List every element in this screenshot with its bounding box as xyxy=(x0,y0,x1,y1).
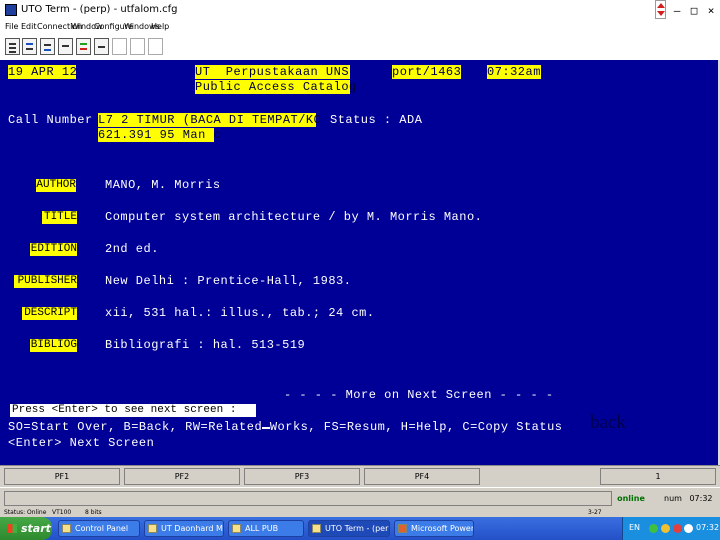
edition-label: EDITION xyxy=(30,243,77,256)
call-number-class: 621.391 95 Man c xyxy=(98,128,222,142)
app-icon xyxy=(5,4,17,16)
network-icon[interactable] xyxy=(649,524,658,533)
task-control-panel[interactable]: Control Panel xyxy=(58,520,140,537)
bibliography-label: BIBLIOG xyxy=(30,339,77,352)
library-name: UT Perpustakaan UNS xyxy=(195,65,350,79)
tool-blank-icon[interactable] xyxy=(112,38,127,55)
port-number: port/1463 xyxy=(392,65,462,79)
call-number-label: Call Number xyxy=(8,113,93,127)
data-bits: 8 bits xyxy=(85,509,102,516)
task-label: ALL PUB xyxy=(245,524,279,533)
system-time: 07:32am xyxy=(487,65,541,79)
window-title: UTO Term - (perp) - utfalom.cfg xyxy=(21,4,178,15)
start-label: start xyxy=(21,522,51,535)
pf2-button[interactable]: PF2 xyxy=(124,468,240,485)
pf1-button[interactable]: PF1 xyxy=(4,468,120,485)
status-bar: online num 07:32 xyxy=(0,487,720,510)
terminal-icon xyxy=(312,524,321,533)
task-daonhard[interactable]: UT Daonhard Mc 2-m... xyxy=(144,520,224,537)
menu-edit[interactable]: Edit xyxy=(21,22,37,31)
task-label: Control Panel xyxy=(75,524,129,533)
status-time: 07:32 xyxy=(689,494,713,503)
window-icon xyxy=(148,524,157,533)
pf3-button[interactable]: PF3 xyxy=(244,468,360,485)
page-indicator: 1 xyxy=(600,468,716,485)
next-screen-hint: <Enter> Next Screen xyxy=(8,436,155,450)
toolbar xyxy=(0,35,720,61)
terminal-screen[interactable]: 19 APR 12 UT Perpustakaan UNS port/1463 … xyxy=(0,60,718,465)
close-icon[interactable]: × xyxy=(706,5,716,16)
menu-file[interactable]: File xyxy=(5,22,18,31)
author-label: AUTHOR xyxy=(36,179,76,192)
task-label: UT Daonhard Mc 2-m... xyxy=(161,524,223,533)
bibliography-value: Bibliografi : hal. 513-519 xyxy=(105,338,306,352)
author-value: MANO, M. Morris xyxy=(105,178,221,192)
command-list: SO=Start Over, B=Back, RW=Related Works,… xyxy=(8,420,563,434)
pf-blank xyxy=(484,468,600,485)
title-value: Computer system architecture / by M. Mor… xyxy=(105,210,483,224)
connect-icon[interactable] xyxy=(5,38,20,55)
minimize-icon[interactable]: – xyxy=(672,5,682,16)
terminal-type: VT100 xyxy=(52,509,72,516)
publisher-value: New Delhi : Prentice-Hall, 1983. xyxy=(105,274,352,288)
catalog-date: 19 APR 12 xyxy=(8,65,78,79)
taskbar-clock: 07:32 xyxy=(696,523,720,532)
status-message-area xyxy=(4,491,612,506)
title-bar: UTO Term - (perp) - utfalom.cfg – □ × xyxy=(0,0,720,21)
pf-key-bar: PF1 PF2 PF3 PF4 1 xyxy=(0,465,720,487)
connection-info: Status: Online VT100 8 bits 3-27 xyxy=(0,509,720,517)
menu-help[interactable]: Help xyxy=(151,22,169,31)
maximize-icon[interactable]: □ xyxy=(689,5,699,16)
pf4-button[interactable]: PF4 xyxy=(364,468,480,485)
num-lock-indicator: num xyxy=(664,494,682,503)
task-label: UTO Term - (perp) - utf... xyxy=(325,524,389,533)
keyboard-icon[interactable] xyxy=(76,38,91,55)
powerpoint-icon xyxy=(398,524,407,533)
edition-value: 2nd ed. xyxy=(105,242,159,256)
description-label: DESCRIPT xyxy=(22,307,77,320)
window-icon xyxy=(232,524,241,533)
task-uto-term[interactable]: UTO Term - (perp) - utf... xyxy=(308,520,390,537)
next-screen-prompt: Press <Enter> to see next screen : xyxy=(10,404,256,417)
cursor-position: 3-27 xyxy=(588,509,602,516)
title-label: TITLE xyxy=(42,211,77,224)
call-number-value: L7 2 TIMUR (BACA DI TEMPAT/KO xyxy=(98,113,322,127)
language-indicator[interactable]: EN xyxy=(629,523,640,532)
description-value: xii, 531 hal.: illus., tab.; 24 cm. xyxy=(105,306,375,320)
status-value: Status : ADA xyxy=(330,113,423,127)
tool-blank-icon[interactable] xyxy=(130,38,145,55)
back-link[interactable]: back xyxy=(590,412,626,434)
start-button[interactable]: start xyxy=(0,517,52,540)
antivirus-icon[interactable] xyxy=(673,524,682,533)
task-all-pub[interactable]: ALL PUB xyxy=(228,520,304,537)
more-indicator: - - - - More on Next Screen - - - - xyxy=(284,388,554,402)
system-tray: EN 07:32 xyxy=(622,517,720,540)
task-label: Microsoft PowerPoint - ... xyxy=(411,524,474,533)
tray-app-icon[interactable] xyxy=(684,524,693,533)
print-icon[interactable] xyxy=(40,38,55,55)
windows-logo-icon xyxy=(8,524,17,533)
folder-icon xyxy=(62,524,71,533)
capture-icon[interactable] xyxy=(22,38,37,55)
online-indicator: online xyxy=(617,494,645,503)
task-powerpoint[interactable]: Microsoft PowerPoint - ... xyxy=(394,520,474,537)
menu-bar: File Edit Connection Window Configure Wi… xyxy=(0,21,720,34)
catalog-name: Public Access Catalog xyxy=(195,80,357,94)
resize-arrows-icon[interactable] xyxy=(655,0,666,19)
publisher-label: PUBLISHER xyxy=(14,275,77,288)
copy-icon[interactable] xyxy=(58,38,73,55)
connection-status: Status: Online xyxy=(4,509,47,516)
tool-blank-icon[interactable] xyxy=(148,38,163,55)
settings-icon[interactable] xyxy=(94,38,109,55)
volume-icon[interactable] xyxy=(661,524,670,533)
taskbar: start Control Panel UT Daonhard Mc 2-m..… xyxy=(0,517,720,540)
